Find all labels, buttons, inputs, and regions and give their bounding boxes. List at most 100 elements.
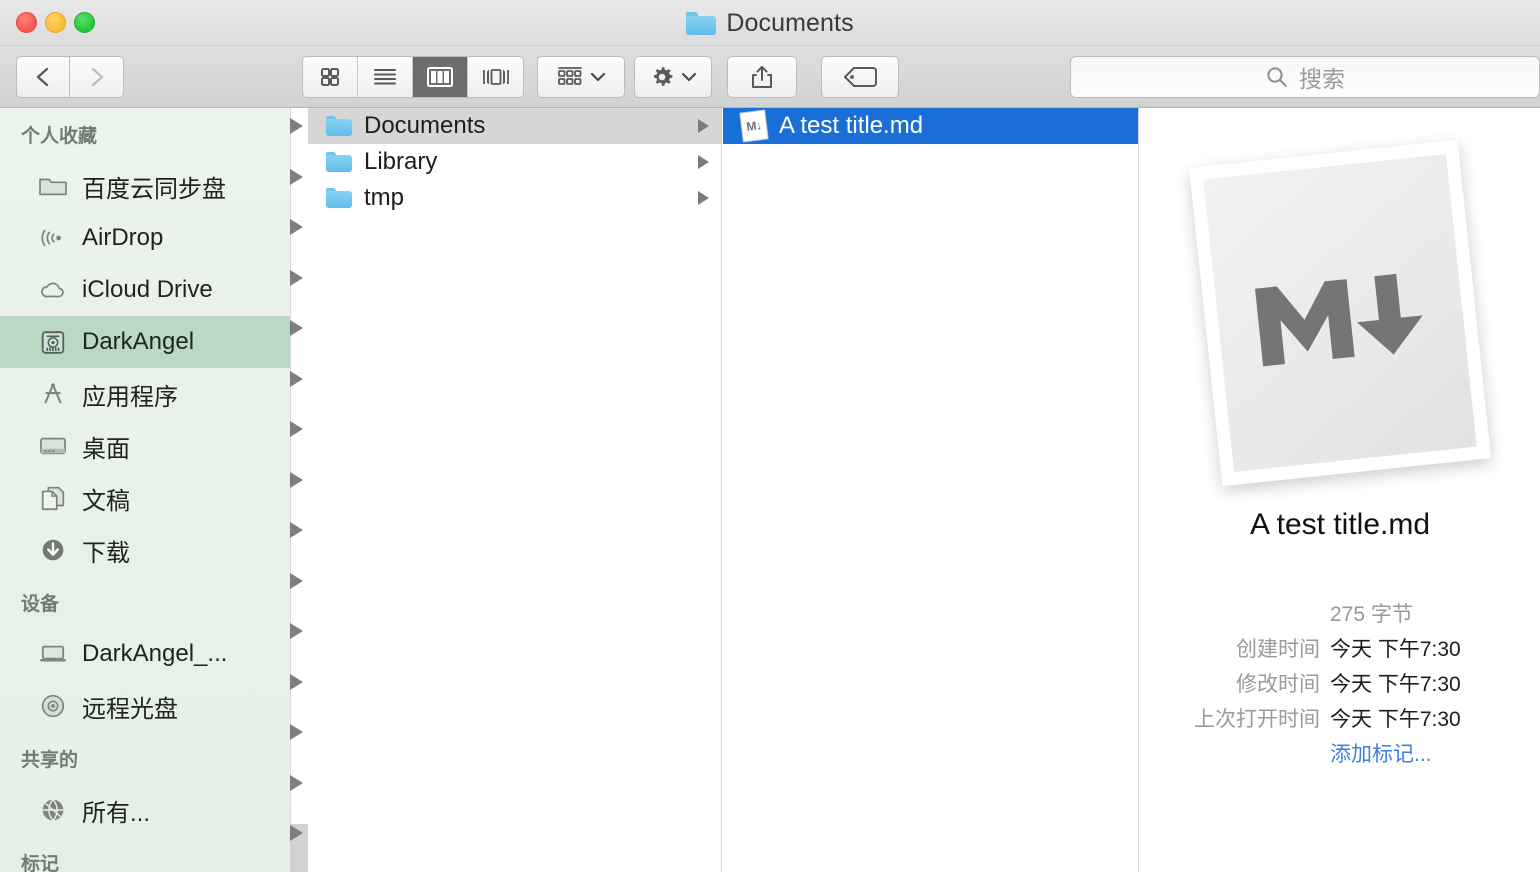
column-row[interactable]: Library — [308, 144, 721, 180]
column-row[interactable]: tmp — [308, 180, 721, 216]
coverflow-icon — [482, 69, 509, 85]
sidebar-item-item-0[interactable]: 所有... — [0, 784, 290, 836]
list-icon — [374, 69, 396, 85]
share-icon — [752, 66, 772, 88]
back-button[interactable] — [16, 56, 70, 98]
sidebar-resize-triangle — [290, 219, 303, 235]
arrange-button[interactable] — [537, 56, 625, 98]
markdown-logo-icon — [1254, 273, 1423, 367]
toolbar: 搜索 — [0, 46, 1540, 108]
markdown-glyph — [1189, 140, 1491, 486]
column-view-button[interactable] — [413, 57, 468, 97]
folder-icon — [686, 11, 717, 35]
cloud-icon — [36, 275, 70, 305]
chevron-down-icon — [590, 72, 605, 82]
search-field[interactable]: 搜索 — [1070, 56, 1540, 98]
chevron-down-icon — [681, 72, 696, 82]
close-button[interactable] — [16, 12, 37, 33]
navigation-buttons — [16, 56, 124, 98]
sidebar-resize-triangle — [290, 320, 303, 336]
share-button[interactable] — [727, 56, 797, 98]
list-view-button[interactable] — [358, 57, 413, 97]
disclosure-triangle-icon[interactable] — [698, 191, 709, 205]
title-bar: Documents — [0, 0, 1540, 46]
sidebar-item-label: 桌面 — [82, 435, 130, 463]
finder-window: Documents 搜索 个人收藏 百度云同步盘 AirDrop iCloud … — [0, 0, 1540, 872]
metadata-value[interactable]: 添加标记... — [1330, 738, 1432, 768]
applications-icon — [36, 379, 70, 409]
tag-button[interactable] — [821, 56, 899, 98]
laptop-icon — [36, 639, 70, 669]
metadata-key: 创建时间 — [1236, 638, 1320, 661]
disclosure-triangle-icon[interactable] — [698, 155, 709, 169]
column-row-label: Documents — [364, 112, 486, 139]
sidebar-item-item-4[interactable]: 应用程序 — [0, 368, 290, 420]
metadata-row: 修改时间 今天 下午7:30 — [1140, 668, 1540, 698]
column-row-label: A test title.md — [779, 112, 924, 139]
chevron-left-icon — [36, 67, 49, 87]
sidebar-item-darkangel[interactable]: DarkAngel — [0, 316, 290, 368]
documents-icon — [36, 483, 70, 513]
sidebar-item-airdrop[interactable]: AirDrop — [0, 212, 290, 264]
sidebar-section-header: 设备 — [21, 593, 60, 615]
sidebar-item-label: 文稿 — [82, 487, 130, 515]
icon-view-button[interactable] — [303, 57, 358, 97]
sidebar-item-label: AirDrop — [82, 224, 164, 251]
sidebar-resize-triangle — [290, 421, 303, 437]
sidebar-section-header: 个人收藏 — [21, 125, 98, 147]
metadata-row: 创建时间 今天 下午7:30 — [1140, 633, 1540, 663]
sidebar-item-item-0[interactable]: 百度云同步盘 — [0, 160, 290, 212]
column-row[interactable]: M↓ A test title.md — [723, 108, 1138, 144]
column-row[interactable]: Documents — [308, 108, 721, 144]
network-globe-icon — [36, 795, 70, 825]
sidebar-item-item-5[interactable]: 桌面 — [0, 420, 290, 472]
sidebar-item-item-7[interactable]: 下载 — [0, 524, 290, 576]
action-menu-button[interactable] — [634, 56, 712, 98]
sidebar-item-label: 所有... — [82, 799, 151, 827]
folder-icon — [326, 188, 352, 208]
preview-icon-wrapper — [1140, 118, 1540, 508]
sidebar-item-label: DarkAngel_... — [82, 640, 228, 667]
maximize-button[interactable] — [74, 12, 95, 33]
sidebar-item-label: 百度云同步盘 — [82, 175, 226, 203]
sidebar-resize-triangle — [290, 370, 303, 387]
forward-button[interactable] — [70, 56, 124, 98]
metadata-value: 今天 下午7:30 — [1330, 708, 1461, 731]
chevron-right-icon — [91, 67, 103, 87]
gear-icon — [653, 67, 672, 86]
grid-icon — [321, 68, 339, 86]
metadata-row: 275 字节 — [1140, 598, 1540, 628]
sidebar-resize-triangle — [290, 623, 303, 639]
column-row-label: Library — [364, 148, 438, 175]
sidebar-resize-triangle — [290, 471, 303, 488]
sidebar-resize-triangle — [290, 825, 303, 841]
sidebar-resize-triangle — [290, 168, 303, 185]
metadata-value: 今天 下午7:30 — [1330, 638, 1461, 661]
coverflow-view-button[interactable] — [468, 57, 523, 97]
preview-metadata: 275 字节 创建时间 今天 下午7:30 修改时间 今天 下午7:30 上次打开时间 今天… — [1140, 598, 1540, 773]
sidebar-item-label: 应用程序 — [82, 383, 178, 411]
sidebar-item-item-6[interactable]: 文稿 — [0, 472, 290, 524]
metadata-value: 275 字节 — [1330, 603, 1413, 626]
minimize-button[interactable] — [45, 12, 66, 33]
sidebar-item-icloud-drive[interactable]: iCloud Drive — [0, 264, 290, 316]
download-icon — [36, 535, 70, 565]
airdrop-icon — [36, 223, 70, 253]
disclosure-triangle-icon[interactable] — [698, 119, 709, 133]
sidebar-section-header: 共享的 — [21, 749, 79, 771]
sidebar-item-darkangel[interactable]: DarkAngel_... — [0, 628, 290, 680]
metadata-key: 上次打开时间 — [1194, 708, 1320, 731]
sidebar-resize-triangle — [290, 572, 303, 589]
preview-pane: A test title.md 275 字节 创建时间 今天 下午7:30 修改时间今… — [1140, 108, 1540, 872]
hard-disk-icon — [36, 327, 70, 357]
markdown-file-icon — [1189, 139, 1491, 487]
columns-icon — [427, 67, 453, 87]
sidebar-resize-triangle — [290, 724, 303, 740]
metadata-row: 添加标记... — [1140, 738, 1540, 768]
sidebar-item-label: 远程光盘 — [82, 695, 178, 723]
metadata-value: 今天 下午7:30 — [1330, 673, 1461, 696]
window-title: Documents — [726, 8, 854, 37]
sidebar: 个人收藏百度云同步盘 AirDrop iCloud Drive DarkAngel 应用… — [0, 108, 290, 872]
tag-icon — [844, 67, 877, 87]
sidebar-item-item-1[interactable]: 远程光盘 — [0, 680, 290, 732]
